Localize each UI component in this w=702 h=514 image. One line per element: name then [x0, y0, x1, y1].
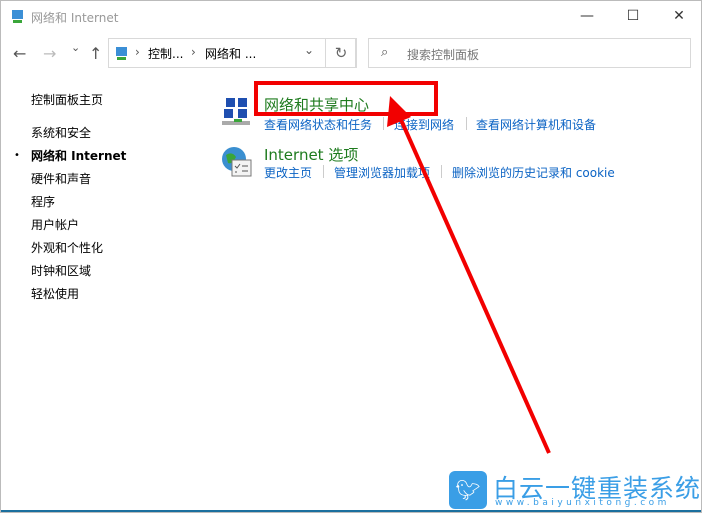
bottom-border	[1, 510, 701, 512]
annotation-arrow	[387, 96, 551, 454]
breadcrumb-network[interactable]: 网络和 ...	[205, 45, 256, 62]
annotation-highlight-box	[254, 81, 438, 116]
recent-locations-button[interactable]: ⌄	[71, 41, 80, 54]
category-internet-options[interactable]: Internet 选项	[264, 144, 358, 165]
search-icon: ⌕	[381, 45, 389, 60]
sidebar-item-network[interactable]: 网络和 Internet	[31, 147, 126, 164]
sidebar-item-appearance[interactable]: 外观和个性化	[31, 239, 103, 256]
maximize-button[interactable]: ☐	[610, 1, 656, 31]
window-title: 网络和 Internet	[31, 11, 119, 25]
watermark-logo: 🐦︎ 白云一键重装系统 www.baiyunxitong.com	[449, 471, 700, 509]
bird-icon: 🐦︎	[449, 471, 487, 509]
divider	[466, 117, 467, 130]
breadcrumb-separator: ›	[191, 45, 196, 59]
network-sharing-center-icon	[222, 98, 250, 125]
sidebar-item-system-security[interactable]: 系统和安全	[31, 124, 91, 141]
divider	[323, 165, 324, 178]
minimize-button[interactable]: —	[564, 1, 610, 31]
link-manage-addons[interactable]: 管理浏览器加载项	[334, 164, 430, 181]
address-dropdown[interactable]: ⌄	[304, 43, 314, 57]
forward-button[interactable]: →	[43, 44, 56, 63]
network-icon	[116, 47, 127, 60]
link-delete-history[interactable]: 删除浏览的历史记录和 cookie	[452, 164, 615, 181]
up-button[interactable]: ↑	[89, 44, 102, 63]
divider	[383, 117, 384, 130]
sidebar-item-hardware[interactable]: 硬件和声音	[31, 170, 91, 187]
sidebar-item-programs[interactable]: 程序	[31, 193, 55, 210]
close-button[interactable]: ✕	[656, 1, 702, 31]
breadcrumb-control-panel[interactable]: 控制...	[148, 45, 183, 62]
search-input[interactable]: ⌕ 搜索控制面板	[368, 38, 691, 68]
active-bullet: •	[14, 150, 20, 161]
watermark-url: www.baiyunxitong.com	[495, 498, 670, 508]
sidebar-item-clock-region[interactable]: 时钟和区域	[31, 262, 91, 279]
refresh-button[interactable]: ↻	[325, 38, 357, 68]
search-placeholder: 搜索控制面板	[407, 48, 480, 62]
network-icon	[12, 10, 23, 23]
breadcrumb-separator: ›	[135, 45, 140, 59]
link-connect-network[interactable]: 连接到网络	[394, 116, 454, 133]
sidebar-item-ease-of-access[interactable]: 轻松使用	[31, 285, 79, 302]
sidebar-item-user-accounts[interactable]: 用户帐户	[31, 216, 79, 233]
internet-options-icon	[222, 147, 252, 177]
link-view-network-status[interactable]: 查看网络状态和任务	[264, 116, 372, 133]
link-change-homepage[interactable]: 更改主页	[264, 164, 312, 181]
address-bar[interactable]: › 控制... › 网络和 ... ⌄	[108, 38, 356, 68]
divider	[441, 165, 442, 178]
title-bar: 网络和 Internet — ☐ ✕	[1, 1, 701, 33]
back-button[interactable]: ←	[13, 44, 26, 63]
link-view-network-computers[interactable]: 查看网络计算机和设备	[476, 116, 596, 133]
sidebar-home-link[interactable]: 控制面板主页	[31, 91, 103, 108]
